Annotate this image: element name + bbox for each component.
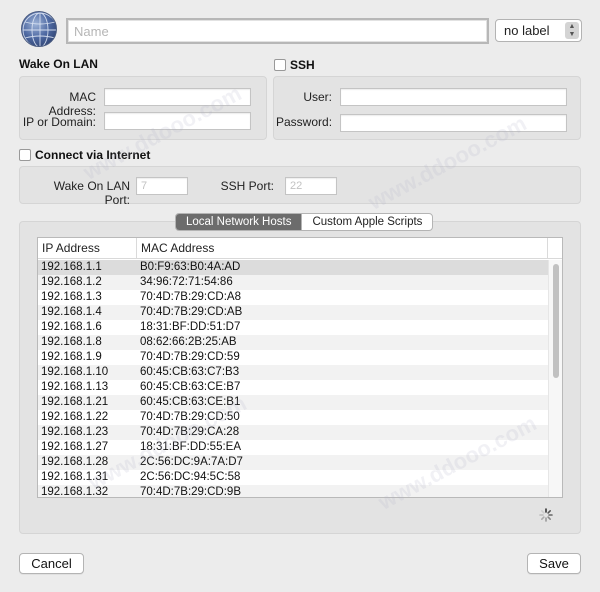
save-button[interactable]: Save [527,553,581,574]
mac-address-field[interactable] [104,88,251,106]
mac-address-cell: 70:4D:7B:29:CD:9B [140,486,242,498]
ssh-port-field[interactable] [285,177,337,195]
table-scrollbar[interactable] [548,260,562,497]
user-field[interactable] [340,88,567,106]
table-row[interactable]: 192.168.1.9 70:4D:7B:29:CD:59 [38,350,548,365]
column-header-mac[interactable]: MAC Address [137,238,548,258]
mac-address-cell: 70:4D:7B:29:CD:59 [140,351,240,363]
wake-on-lan-title: Wake On LAN [19,57,98,71]
table-row[interactable]: 192.168.1.28 2C:56:DC:9A:7A:D7 [38,455,548,470]
ip-address-cell: 192.168.1.6 [41,321,102,333]
table-row[interactable]: 192.168.1.27 18:31:BF:DD:55:EA [38,440,548,455]
mac-address-cell: 18:31:BF:DD:51:D7 [140,321,241,333]
mac-address-cell: 2C:56:DC:9A:7A:D7 [140,456,243,468]
ip-address-cell: 192.168.1.22 [41,411,109,423]
label-select-value: no label [504,23,550,38]
ip-address-cell: 192.168.1.8 [41,336,102,348]
tab-segmented-control: Local Network Hosts Custom Apple Scripts [175,213,434,231]
ip-address-cell: 192.168.1.3 [41,291,102,303]
ip-address-cell: 192.168.1.27 [41,441,109,453]
table-row[interactable]: 192.168.1.13 60:45:CB:63:CE:B7 [38,380,548,395]
ip-domain-field[interactable] [104,112,251,130]
wol-port-label: Wake On LAN Port: [53,179,130,207]
mac-address-cell: 08:62:66:2B:25:AB [140,336,237,348]
mac-address-label: MAC Address: [48,90,96,118]
ip-address-cell: 192.168.1.31 [41,471,109,483]
ip-address-cell: 192.168.1.2 [41,276,102,288]
table-body: 192.168.1.1 B0:F9:63:B0:4A:AD 192.168.1.2 3… [38,260,548,498]
mac-address-cell: B0:F9:63:B0:4A:AD [140,261,241,273]
table-row[interactable]: 192.168.1.23 70:4D:7B:29:CA:28 [38,425,548,440]
tab-custom-apple-scripts[interactable]: Custom Apple Scripts [301,214,432,230]
table-row[interactable]: 192.168.1.8 08:62:66:2B:25:AB [38,335,548,350]
table-row[interactable]: 192.168.1.32 70:4D:7B:29:CD:9B [38,485,548,498]
mac-address-cell: 2C:56:DC:94:5C:58 [140,471,241,483]
table-row[interactable]: 192.168.1.2 34:96:72:71:54:86 [38,275,548,290]
table-row[interactable]: 192.168.1.31 2C:56:DC:94:5C:58 [38,470,548,485]
ssh-title: SSH [290,58,315,72]
ip-address-cell: 192.168.1.10 [41,366,109,378]
ip-address-cell: 192.168.1.9 [41,351,102,363]
scrollbar-thumb[interactable] [553,264,559,378]
mac-address-cell: 18:31:BF:DD:55:EA [140,441,241,453]
table-row[interactable]: 192.168.1.10 60:45:CB:63:C7:B3 [38,365,548,380]
name-input[interactable] [66,18,489,44]
table-row[interactable]: 192.168.1.1 B0:F9:63:B0:4A:AD [38,260,548,275]
ip-address-cell: 192.168.1.32 [41,486,109,498]
user-label: User: [303,90,332,104]
mac-address-cell: 60:45:CB:63:CE:B1 [140,396,241,408]
ip-address-cell: 192.168.1.23 [41,426,109,438]
ip-address-cell: 192.168.1.13 [41,381,109,393]
table-row[interactable]: 192.168.1.3 70:4D:7B:29:CD:A8 [38,290,548,305]
table-row[interactable]: 192.168.1.22 70:4D:7B:29:CD:50 [38,410,548,425]
connect-via-internet-checkbox[interactable] [19,149,31,161]
tab-local-network-hosts[interactable]: Local Network Hosts [176,214,302,230]
connect-via-internet-title: Connect via Internet [35,148,151,162]
ip-address-cell: 192.168.1.1 [41,261,102,273]
wol-port-field[interactable] [136,177,188,195]
ip-address-cell: 192.168.1.21 [41,396,109,408]
mac-address-cell: 70:4D:7B:29:CA:28 [140,426,240,438]
ssh-checkbox[interactable] [274,59,286,71]
mac-address-cell: 70:4D:7B:29:CD:A8 [140,291,242,303]
loading-spinner-icon [539,508,553,522]
hosts-table: IP Address MAC Address 192.168.1.1 B0:F9:… [37,237,563,498]
table-row[interactable]: 192.168.1.21 60:45:CB:63:CE:B1 [38,395,548,410]
label-select[interactable]: no label ▲ ▼ [495,19,582,42]
ip-domain-label: IP or Domain: [22,115,96,129]
mac-address-cell: 60:45:CB:63:C7:B3 [140,366,240,378]
password-field[interactable] [340,114,567,132]
cancel-button[interactable]: Cancel [19,553,84,574]
table-row[interactable]: 192.168.1.6 18:31:BF:DD:51:D7 [38,320,548,335]
mac-address-cell: 60:45:CB:63:CE:B7 [140,381,241,393]
mac-address-cell: 70:4D:7B:29:CD:AB [140,306,243,318]
table-row[interactable]: 192.168.1.4 70:4D:7B:29:CD:AB [38,305,548,320]
select-stepper-icon: ▲ ▼ [565,22,579,39]
ip-address-cell: 192.168.1.4 [41,306,102,318]
password-label: Password: [276,115,333,129]
ip-address-cell: 192.168.1.28 [41,456,109,468]
mac-address-cell: 34:96:72:71:54:86 [140,276,233,288]
globe-icon [21,11,57,47]
table-header: IP Address MAC Address [38,238,562,259]
mac-address-cell: 70:4D:7B:29:CD:50 [140,411,240,423]
column-header-ip[interactable]: IP Address [38,238,137,258]
ssh-port-label: SSH Port: [220,179,274,193]
